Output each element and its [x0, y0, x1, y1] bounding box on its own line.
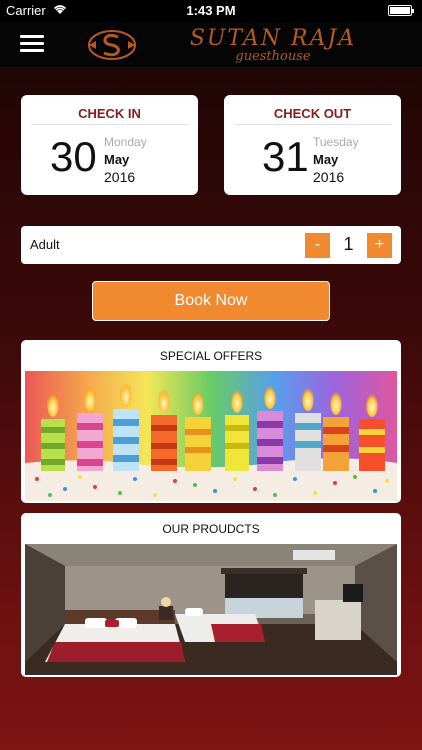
adult-label: Adult — [30, 237, 60, 252]
adult-count-row: Adult - 1 + — [21, 226, 401, 264]
check-out-card[interactable]: CHECK OUT 31 Tuesday May 2016 — [224, 95, 401, 195]
app-header: SUTAN RAJA guesthouse — [0, 22, 422, 68]
special-offers-panel[interactable]: SPECIAL OFFERS — [21, 340, 401, 503]
special-offers-title: SPECIAL OFFERS — [159, 349, 263, 363]
hotel-room-illustration — [25, 544, 397, 675]
our-products-title: OUR PROUDCTS — [162, 522, 260, 536]
offers-image[interactable] — [25, 371, 397, 501]
check-in-label: CHECK IN — [78, 106, 141, 121]
battery-icon — [388, 5, 414, 16]
products-image[interactable] — [25, 544, 397, 675]
check-out-label: CHECK OUT — [273, 106, 352, 121]
clock: 1:43 PM — [186, 3, 236, 18]
check-out-day: 31 — [262, 133, 309, 180]
brand-name: SUTAN RAJA — [189, 26, 357, 51]
check-in-card[interactable]: CHECK IN 30 Monday May 2016 — [21, 95, 198, 195]
brand-subtitle: guesthouse — [235, 49, 311, 64]
check-in-day: 30 — [50, 133, 97, 180]
decrease-adult-button[interactable]: - — [305, 233, 330, 258]
divider — [234, 124, 391, 125]
our-products-panel[interactable]: OUR PROUDCTS — [21, 513, 401, 677]
check-out-month: May — [313, 152, 339, 167]
check-in-weekday: Monday — [104, 135, 147, 149]
book-now-button[interactable]: Book Now — [92, 281, 330, 321]
hamburger-menu-icon[interactable] — [20, 35, 44, 53]
check-in-month: May — [104, 152, 130, 167]
check-out-year: 2016 — [313, 169, 345, 185]
increase-adult-button[interactable]: + — [367, 233, 392, 258]
candles-illustration — [25, 371, 397, 501]
logo-emblem-icon — [88, 30, 136, 60]
check-out-weekday: Tuesday — [313, 135, 359, 149]
divider — [31, 124, 188, 125]
adult-count-value: 1 — [343, 234, 354, 254]
status-bar: Carrier 1:43 PM — [0, 0, 422, 22]
check-in-year: 2016 — [104, 169, 136, 185]
